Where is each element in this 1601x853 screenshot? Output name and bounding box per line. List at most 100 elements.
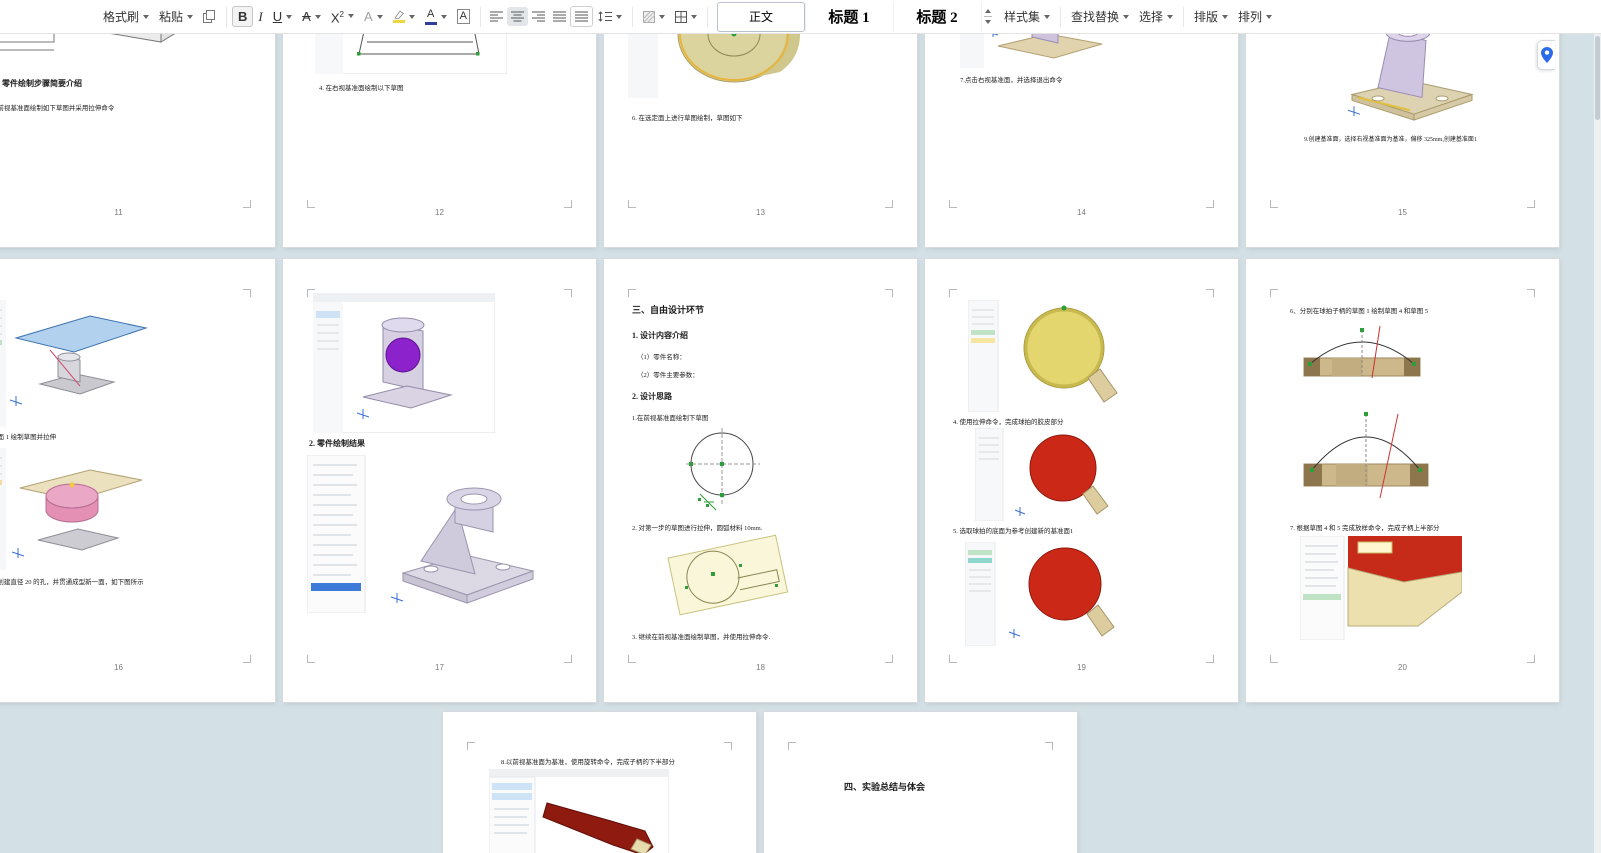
doc-heading: 2. 零件绘制结果 (309, 439, 365, 448)
style-item-heading2[interactable]: 标题 2 (892, 1, 981, 32)
highlight-color-button[interactable] (388, 7, 420, 26)
chevron-down-icon (143, 14, 150, 19)
superscript-glyph: X2 (330, 10, 344, 26)
chevron-down-icon (314, 14, 321, 19)
style-heading1-label: 标题 1 (828, 10, 870, 26)
italic-glyph: I (258, 9, 263, 24)
figure-paddle-red (975, 428, 1137, 521)
chevron-down-icon (1222, 14, 1229, 19)
page-end-10[interactable]: 8.以前视基准面为基准，使用旋转命令，完成子柄的下半部分 (443, 712, 756, 853)
page-14[interactable]: 7.点击右视基准面，并选择退出命令 14 (925, 34, 1238, 247)
margin-mark (628, 289, 636, 297)
strikethrough-button[interactable]: A (297, 7, 326, 26)
vertical-scrollbar[interactable] (1594, 34, 1601, 853)
margin-mark (564, 289, 572, 297)
gallery-scroll-up-button[interactable] (985, 9, 992, 13)
italic-button[interactable]: I (253, 7, 267, 26)
style-set-button[interactable]: 样式集 (999, 5, 1055, 28)
scrollbar-thumb[interactable] (1595, 36, 1600, 120)
chevron-down-icon (286, 14, 293, 19)
typeset-button[interactable]: 排版 (1189, 5, 1233, 28)
margin-mark (1206, 655, 1214, 663)
superscript-button[interactable]: X2 (326, 5, 359, 27)
figure-arc-sketch2 (1302, 398, 1430, 510)
line-spacing-button[interactable] (593, 8, 627, 25)
doc-text: 7.点击右视基准面，并选择退出命令 (960, 77, 1063, 84)
find-replace-button[interactable]: 查找替换 (1066, 5, 1134, 28)
margin-mark (1206, 289, 1214, 297)
style-item-normal[interactable]: 正文 (716, 1, 805, 32)
doc-heading: 1. 设计内容介绍 (632, 331, 688, 340)
align-center-button[interactable] (506, 7, 528, 26)
chevron-down-icon (658, 14, 665, 19)
figure-sw-hole (313, 293, 495, 433)
chevron-down-icon (408, 14, 415, 19)
chevron-down-icon (1167, 14, 1174, 19)
doc-heading: 三、自由设计环节 (632, 305, 705, 315)
arrange-button[interactable]: 排列 (1233, 5, 1277, 28)
copy-button[interactable] (198, 7, 221, 26)
margin-mark (307, 655, 315, 663)
align-distribute-button[interactable] (569, 6, 593, 27)
doc-text: 2. 对第一步的草图进行拉伸，圆弧材料 10mm. (632, 525, 763, 532)
page-12[interactable]: 4. 在右视基准面绘制以下草图 12 (283, 34, 596, 247)
page-end-11[interactable]: 四、实验总结与体会 (764, 712, 1077, 853)
style-gallery-scroll (980, 1, 995, 32)
font-color-button[interactable]: A (420, 5, 452, 28)
page-number: 11 (114, 208, 123, 217)
style-heading2-label: 标题 2 (916, 10, 958, 26)
annotation-pin-card[interactable] (1537, 40, 1555, 70)
underline-glyph: U (272, 9, 283, 24)
bold-button[interactable]: B (232, 6, 254, 27)
text-effects-button[interactable]: A (359, 7, 388, 26)
page-13[interactable]: 6. 在选定面上进行草图绘制，草图如下 13 (604, 34, 917, 247)
align-right-button[interactable] (528, 7, 549, 26)
figure-tech-drawing: 29.86400 (0, 34, 189, 60)
margin-mark (885, 200, 893, 208)
margin-mark (1206, 200, 1214, 208)
margin-mark (1045, 742, 1053, 750)
style-normal-label: 正文 (748, 10, 773, 24)
toolbar-separator (631, 6, 633, 27)
font-color-icon: A (424, 8, 437, 25)
borders-button[interactable] (670, 8, 702, 26)
chevron-down-icon (347, 14, 354, 19)
style-item-heading1[interactable]: 标题 1 (804, 1, 893, 32)
paste-button[interactable]: 粘贴 (154, 5, 198, 28)
location-pin-icon (1540, 47, 1553, 63)
doc-heading: 四、实验总结与体会 (844, 782, 926, 792)
character-border-button[interactable]: A (452, 6, 475, 27)
align-justify-button[interactable] (549, 7, 570, 26)
page-19[interactable]: 4. 使用拉伸命令，完成球拍的胶皮部分 5. 选取球拍的底面为参考创建新的基准面1… (925, 259, 1238, 702)
toolbar-separator (226, 6, 228, 27)
character-border-glyph: A (456, 9, 470, 24)
doc-text: 1.在前视基准面绘制如下草图并采用拉伸命令 (0, 105, 115, 112)
page-number: 13 (756, 208, 765, 217)
margin-mark (1270, 200, 1278, 208)
page-11[interactable]: 29.86400 一、零件绘制步骤简要介绍 1.在前视基准面绘制如下草图并采用拉伸命… (0, 34, 275, 247)
align-left-button[interactable] (486, 7, 507, 26)
shading-icon (642, 10, 655, 23)
doc-text: （2）零件主要参数： (637, 372, 699, 379)
chevron-down-icon (187, 14, 194, 19)
toolbar-separator (1183, 6, 1185, 27)
select-button[interactable]: 选择 (1134, 5, 1178, 28)
format-painter-button[interactable]: 格式刷 (98, 5, 154, 28)
margin-mark (564, 200, 572, 208)
figure-sw-revolve (489, 769, 669, 853)
figure-bracket-result (307, 455, 559, 613)
gallery-scroll-down-button[interactable] (985, 20, 992, 24)
page-20[interactable]: 6、分别在球拍子柄的草图 1 绘制草图 4 和草图 5 7. 根据草图 4 和 5… (1246, 259, 1559, 702)
chevron-down-icon (376, 14, 383, 19)
page-17[interactable]: 2. 零件绘制结果 17 (283, 259, 596, 702)
page-16[interactable]: 10.在基准面 1 绘制草图并拉伸 11.在顶面创建直径 20 的孔，并贯通成型新… (0, 259, 275, 702)
doc-text: 6、分别在球拍子柄的草图 1 绘制草图 4 和草图 5 (1290, 308, 1429, 315)
chevron-down-icon (1043, 14, 1050, 19)
page-18[interactable]: 三、自由设计环节 1. 设计内容介绍 （1）零件名称： （2）零件主要参数： 2. 设计… (604, 259, 917, 702)
shading-button[interactable] (638, 8, 670, 26)
chevron-down-icon (690, 14, 697, 19)
document-canvas[interactable]: 29.86400 一、零件绘制步骤简要介绍 1.在前视基准面绘制如下草图并采用拉伸命… (0, 34, 1601, 853)
page-15[interactable]: 9.创建基准面，选择右视基准面为基准，偏移 325mm,创建基准面1 15 (1246, 34, 1559, 247)
margin-mark (1270, 655, 1278, 663)
underline-button[interactable]: U (268, 7, 297, 26)
